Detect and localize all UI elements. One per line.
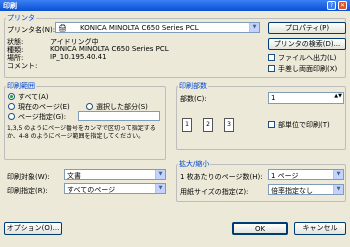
find-printer-button[interactable]: プリンタの検索(D)...	[268, 38, 346, 50]
manual-duplex-checkbox[interactable]	[268, 65, 275, 72]
help-icon[interactable]: ?	[327, 1, 336, 10]
properties-button[interactable]: プロパティ(P)	[268, 22, 346, 34]
spinner-icon[interactable]: ▲▼	[334, 93, 342, 99]
chevron-down-icon: ▼	[155, 184, 165, 193]
zoom-legend: 拡大/縮小	[178, 159, 211, 169]
print-what-label: 印刷対象(W):	[7, 173, 50, 181]
page-range-legend: 印刷範囲	[6, 81, 36, 91]
location-value: IP_10.195.40.41	[50, 53, 107, 61]
pages-input[interactable]	[78, 111, 160, 121]
print-to-file-checkbox[interactable]	[268, 54, 275, 61]
copies-count-label: 部数(C):	[180, 95, 207, 103]
collate-label: 部単位で印刷(T)	[278, 121, 330, 129]
print-label: 印刷指定(R):	[7, 187, 48, 195]
options-button[interactable]: オプション(O)...	[4, 222, 62, 235]
copies-count-input[interactable]: 1 ▲▼	[268, 92, 344, 104]
collate-page-icon-1: 1	[182, 118, 192, 132]
range-all-radio[interactable]	[8, 93, 15, 100]
chevron-down-icon: ▼	[333, 170, 343, 179]
printer-name-value: KONICA MINOLTA C650 Series PCL	[80, 24, 199, 32]
range-current-label: 現在のページ(E)	[18, 103, 70, 111]
print-to-file-label: ファイルへ出力(L)	[278, 54, 337, 62]
print-what-select[interactable]: 文書 ▼	[64, 169, 166, 180]
range-current-radio[interactable]	[8, 103, 15, 110]
scale-select[interactable]: 倍率指定なし ▼	[268, 184, 344, 195]
range-all-label: すべて(A)	[18, 93, 49, 101]
copies-legend: 印刷部数	[178, 81, 208, 91]
collate-checkbox[interactable]	[268, 121, 275, 128]
type-value: KONICA MINOLTA C650 Series PCL	[50, 45, 169, 53]
collate-page-icon-3: 3	[224, 118, 234, 132]
ok-button[interactable]: OK	[232, 222, 288, 235]
chevron-down-icon: ▼	[155, 170, 165, 179]
range-selection-radio[interactable]	[86, 103, 93, 110]
pages-per-sheet-select[interactable]: 1 ページ ▼	[268, 169, 344, 180]
cancel-button[interactable]: キャンセル	[294, 222, 346, 235]
printer-icon: 🖨	[58, 24, 67, 32]
manual-duplex-label: 手差し両面印刷(X)	[278, 65, 338, 73]
printer-name-label: プリンタ名(N):	[7, 26, 56, 34]
range-pages-radio[interactable]	[8, 113, 15, 120]
range-pages-label: ページ指定(G):	[18, 113, 67, 121]
chevron-down-icon: ▼	[333, 185, 343, 194]
scale-label: 用紙サイズの指定(Z):	[180, 188, 249, 196]
window-title: 印刷	[3, 2, 17, 10]
pages-per-sheet-label: 1 枚あたりのページ数(H):	[180, 173, 263, 181]
printer-name-select[interactable]: 🖨 KONICA MINOLTA C650 Series PCL ▼	[55, 22, 260, 33]
collate-page-icon-2: 2	[203, 118, 213, 132]
printer-legend: プリンタ	[6, 13, 36, 23]
title-bar: 印刷 ? ✕	[0, 0, 350, 11]
pages-hint: 1,3,5 のようにページ番号をカンマで区切って指定するか、4-8 のようにペー…	[7, 125, 156, 140]
copies-count-value: 1	[271, 94, 276, 102]
print-select[interactable]: すべてのページ ▼	[64, 183, 166, 194]
chevron-down-icon: ▼	[249, 23, 259, 32]
close-icon[interactable]: ✕	[338, 1, 347, 10]
comment-label: コメント:	[7, 62, 38, 70]
